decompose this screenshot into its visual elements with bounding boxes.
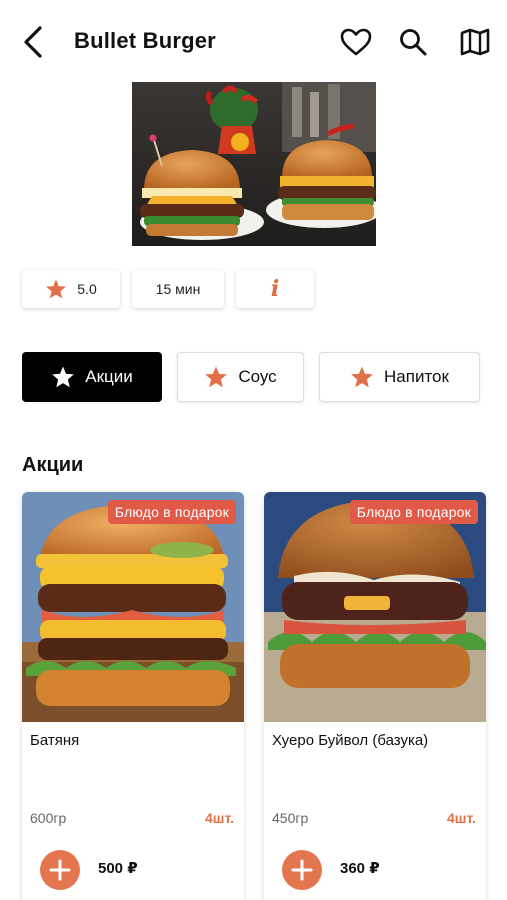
info-chip[interactable]: i: [236, 270, 314, 308]
star-icon: [46, 279, 67, 299]
plus-icon: [49, 859, 71, 881]
restaurant-hero-image: [132, 82, 376, 246]
product-name: Хуеро Буйвол (базука): [272, 732, 429, 749]
map-button[interactable]: [459, 26, 491, 58]
star-icon: [351, 366, 373, 388]
search-button[interactable]: [397, 26, 429, 58]
category-tabs: Акции Соус Напиток: [22, 352, 480, 402]
gift-badge: Блюдо в подарок: [349, 500, 478, 524]
product-image: Блюдо в подарок: [22, 492, 244, 722]
tab-label: Соус: [238, 367, 277, 386]
product-price: 360 ₽: [340, 860, 380, 877]
back-arrow-icon: [24, 26, 42, 58]
product-weight: 450гр: [272, 810, 309, 826]
delivery-time-chip[interactable]: 15 мин: [132, 270, 224, 308]
product-card[interactable]: Блюдо в подарок Батяня 600гр 4шт. 500 ₽: [22, 492, 244, 900]
product-name: Батяня: [30, 732, 80, 749]
rating-chip[interactable]: 5.0: [22, 270, 120, 308]
product-price: 500 ₽: [98, 860, 138, 877]
star-icon: [52, 366, 75, 388]
add-to-cart-button[interactable]: [40, 850, 80, 890]
tab-promotions[interactable]: Акции: [22, 352, 162, 402]
info-row: 5.0 15 мин i: [22, 270, 314, 308]
star-icon: [205, 366, 228, 388]
favorite-button[interactable]: [340, 26, 372, 58]
section-title: Акции: [22, 454, 84, 476]
gift-badge: Блюдо в подарок: [107, 500, 236, 524]
product-card[interactable]: Блюдо в подарок Хуеро Буйвол (базука) 45…: [264, 492, 486, 900]
product-quantity: 4шт.: [447, 810, 476, 826]
product-image: Блюдо в подарок: [264, 492, 486, 722]
search-icon: [400, 29, 427, 56]
tab-sauce[interactable]: Соус: [177, 352, 304, 402]
tab-label: Напиток: [384, 367, 449, 386]
add-to-cart-button[interactable]: [282, 850, 322, 890]
back-button[interactable]: [22, 24, 52, 60]
restaurant-title: Bullet Burger: [74, 28, 216, 53]
rating-value: 5.0: [77, 281, 97, 297]
tab-label: Акции: [85, 367, 133, 386]
delivery-time-value: 15 мин: [155, 281, 201, 297]
plus-icon: [291, 859, 313, 881]
product-weight: 600гр: [30, 810, 67, 826]
info-icon: i: [270, 276, 280, 302]
map-icon: [460, 28, 490, 56]
tab-drink[interactable]: Напиток: [319, 352, 480, 402]
header: Bullet Burger: [0, 0, 507, 82]
heart-icon: [340, 28, 372, 56]
product-quantity: 4шт.: [205, 810, 234, 826]
